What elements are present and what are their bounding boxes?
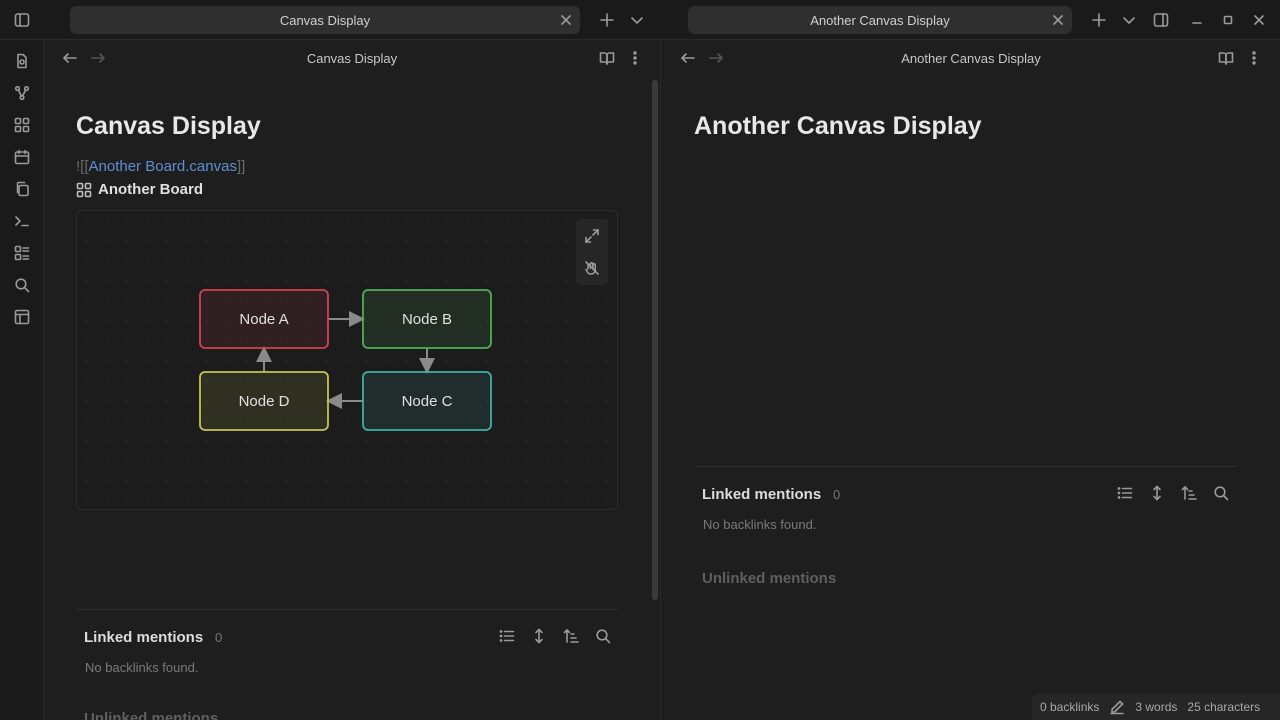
close-icon[interactable] <box>558 12 574 28</box>
status-bar: 0 backlinks 3 words 25 characters <box>1032 694 1280 720</box>
tab-another-canvas-display[interactable]: Another Canvas Display <box>688 6 1072 34</box>
divider <box>694 466 1237 467</box>
unlinked-mentions-title[interactable]: Unlinked mentions <box>702 570 836 587</box>
no-backlinks-text: No backlinks found. <box>703 517 817 532</box>
chevron-down-icon[interactable] <box>628 11 646 29</box>
canvas-embed[interactable]: Node A Node B Node C Node D <box>76 210 618 510</box>
no-backlinks-text: No backlinks found. <box>85 660 199 675</box>
template-icon[interactable] <box>13 308 31 326</box>
character-count: 25 characters <box>1187 700 1261 714</box>
canvas-icon[interactable] <box>13 116 31 134</box>
sidebar-toggle-icon[interactable] <box>13 11 31 29</box>
title-bar: Canvas Display Another Canvas Display <box>0 0 1280 40</box>
note-title[interactable]: Canvas Display <box>76 112 261 141</box>
expand-icon[interactable] <box>584 228 600 244</box>
close-icon[interactable] <box>1050 12 1066 28</box>
pane-title[interactable]: Another Canvas Display <box>662 51 1280 66</box>
linked-mentions-count: 0 <box>833 487 841 502</box>
linked-mentions-title[interactable]: Linked mentions <box>84 629 203 646</box>
linked-mentions-count: 0 <box>215 630 223 645</box>
divider <box>76 609 618 610</box>
sort-icon[interactable] <box>562 627 580 645</box>
more-options-icon[interactable] <box>627 50 643 66</box>
canvas-node-c[interactable]: Node C <box>362 371 492 431</box>
canvas-node-label: Node D <box>239 393 290 410</box>
file-icon[interactable] <box>13 52 31 70</box>
reading-view-icon[interactable] <box>599 50 615 66</box>
calendar-icon[interactable] <box>13 148 31 166</box>
scrollbar[interactable] <box>652 80 658 600</box>
search-icon[interactable] <box>13 276 31 294</box>
expand-vertical-icon[interactable] <box>1148 484 1166 502</box>
ribbon <box>0 40 44 720</box>
embed-heading[interactable]: Another Board <box>76 181 203 198</box>
canvas-graph: Node A Node B Node C Node D <box>199 289 492 431</box>
canvas-node-b[interactable]: Node B <box>362 289 492 349</box>
embed-link-source[interactable]: ![[Another Board.canvas]] <box>76 158 245 175</box>
tab-label: Canvas Display <box>279 12 371 28</box>
note-title[interactable]: Another Canvas Display <box>694 112 982 141</box>
embed-prefix: ![[ <box>76 158 89 175</box>
chevron-down-icon[interactable] <box>1120 11 1138 29</box>
left-pane: Canvas Display Canvas Display ![[Another… <box>44 40 661 720</box>
reading-view-icon[interactable] <box>1218 50 1234 66</box>
canvas-node-label: Node A <box>239 311 288 328</box>
new-tab-icon[interactable] <box>1090 11 1108 29</box>
maximize-icon[interactable] <box>1219 11 1237 29</box>
new-tab-icon[interactable] <box>598 11 616 29</box>
linked-mentions-title[interactable]: Linked mentions <box>702 486 821 503</box>
pane-header: Canvas Display <box>44 40 660 76</box>
embed-link[interactable]: Another Board.canvas <box>89 158 237 175</box>
canvas-node-label: Node B <box>402 311 452 328</box>
copy-icon[interactable] <box>13 180 31 198</box>
right-sidebar-toggle-icon[interactable] <box>1152 11 1170 29</box>
search-icon[interactable] <box>594 627 612 645</box>
backlinks-count[interactable]: 0 backlinks <box>1040 700 1099 714</box>
word-count: 3 words <box>1135 700 1178 714</box>
pane-title[interactable]: Canvas Display <box>44 51 660 66</box>
tab-canvas-display[interactable]: Canvas Display <box>70 6 580 34</box>
canvas-controls <box>576 219 608 285</box>
embed-heading-label: Another Board <box>98 181 203 198</box>
more-options-icon[interactable] <box>1246 50 1262 66</box>
embed-suffix: ]] <box>236 158 246 175</box>
tab-label: Another Canvas Display <box>810 12 950 28</box>
list-icon[interactable] <box>1116 484 1134 502</box>
canvas-icon <box>76 182 92 198</box>
expand-vertical-icon[interactable] <box>530 627 548 645</box>
list-icon[interactable] <box>13 244 31 262</box>
sort-icon[interactable] <box>1180 484 1198 502</box>
canvas-node-label: Node C <box>402 393 453 410</box>
terminal-icon[interactable] <box>13 212 31 230</box>
unlinked-mentions-title[interactable]: Unlinked mentions <box>84 710 218 720</box>
list-icon[interactable] <box>498 627 516 645</box>
canvas-node-a[interactable]: Node A <box>199 289 329 349</box>
edit-pencil-icon[interactable] <box>1109 699 1125 715</box>
minimize-icon[interactable] <box>1188 11 1206 29</box>
window-close-icon[interactable] <box>1250 11 1268 29</box>
pane-header: Another Canvas Display <box>662 40 1280 76</box>
graph-icon[interactable] <box>13 84 31 102</box>
right-pane: Another Canvas Display Another Canvas Di… <box>662 40 1280 720</box>
canvas-node-d[interactable]: Node D <box>199 371 329 431</box>
pan-lock-icon[interactable] <box>584 260 600 276</box>
search-icon[interactable] <box>1212 484 1230 502</box>
